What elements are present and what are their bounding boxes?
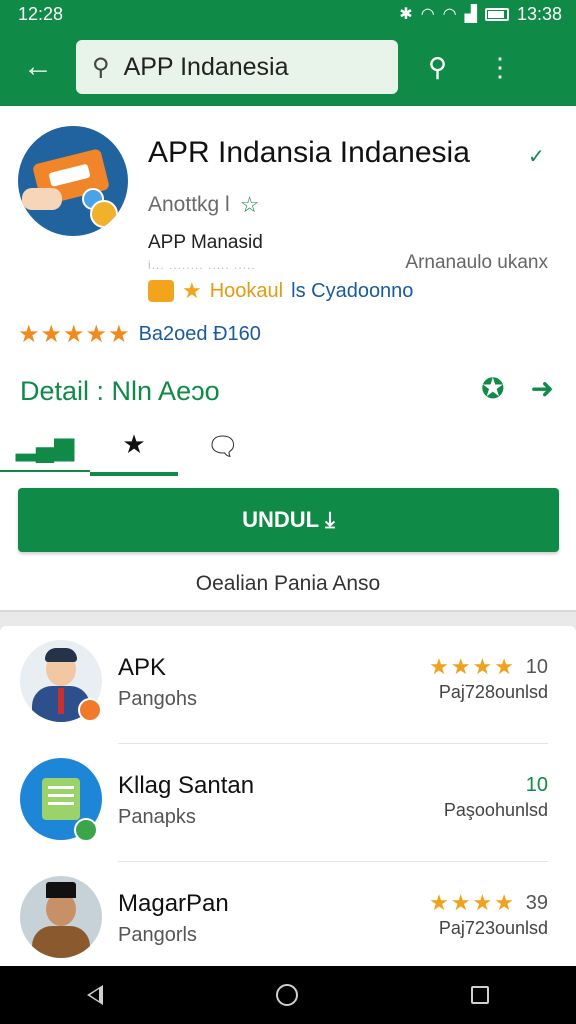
badge-star-icon[interactable]: ✪ — [481, 372, 504, 405]
item-rating: 39 — [525, 892, 548, 914]
tie-graphic — [58, 688, 64, 714]
search-button-icon[interactable]: ⚲ — [428, 52, 447, 83]
list-item[interactable]: APK Pangohs ★★★★ 10 Paj728ounlsd — [0, 626, 576, 744]
verified-check-icon: ✓ — [528, 146, 545, 168]
promo-text: ls Cyadoonno — [291, 279, 414, 302]
promo-line: ★ Hookaul ls Cyadoonno — [148, 278, 413, 304]
nav-recents-icon[interactable] — [471, 986, 490, 1004]
item-category: Panapks — [118, 806, 196, 828]
item-rating: 10 — [525, 656, 548, 678]
app-screen: 12:28 ✱ ◠ ◠ ▟ 13:38 ← ⚲ APP Indanesia ⚲ … — [0, 0, 576, 1024]
faint-text: i... ........ ..... ..... — [148, 258, 256, 272]
app-icon — [18, 126, 128, 236]
download-icon: ⤓ — [325, 507, 335, 532]
list-item[interactable]: MagarPan Pangorls ★★★★ 39 Paj723ounlsd — [0, 862, 576, 980]
rating-stars-row: ★★★★★ Ba2oed Đ160 — [18, 320, 261, 349]
side-note: Arnanaulo ukanx — [405, 252, 548, 273]
item-subtitle: Paj723ounlsd — [438, 918, 548, 938]
item-subtitle: Paşoohunlsd — [443, 800, 548, 820]
avatar-badge-icon — [78, 698, 102, 722]
status-bar: 12:28 ✱ ◠ ◠ ▟ 13:38 — [0, 0, 576, 28]
related-apps-list: APK Pangohs ★★★★ 10 Paj728ounlsd Kllag S… — [0, 626, 576, 966]
star-icon: ★ — [122, 428, 146, 459]
message-icon: 🗨 — [206, 430, 240, 461]
search-field[interactable]: ⚲ APP Indanesia — [76, 40, 398, 94]
spreadsheet-graphic — [42, 778, 80, 820]
detail-tabs: ▂▄▆ ★ 🗨 — [0, 416, 576, 476]
icon-gold-badge — [90, 200, 118, 228]
hand-graphic — [22, 188, 62, 210]
tab-chart[interactable]: ▂▄▆ — [0, 416, 90, 476]
batik-shirt-graphic — [32, 926, 90, 958]
item-rating: 10 — [525, 774, 548, 796]
status-time-right: 13:38 — [516, 3, 562, 24]
item-name: MagarPan — [118, 890, 229, 917]
item-subtitle: Paj728ounlsd — [438, 682, 548, 702]
bar-chart-icon: ▂▄▆ — [15, 430, 75, 461]
peci-cap-graphic — [46, 882, 76, 898]
promo-highlight: Hookaul — [209, 279, 284, 302]
app-title: APR Indansia Indanesia — [148, 136, 470, 169]
bluetooth-icon: ✱ — [399, 6, 413, 23]
install-label: UNDUL — [242, 507, 320, 532]
install-note: Oealian Pania Anso — [195, 572, 381, 595]
rating-stars: ★★★★★ — [18, 321, 131, 348]
crown-badge-icon — [148, 280, 174, 302]
back-arrow-icon[interactable]: ← — [0, 50, 76, 84]
rating-text: Anottkg l — [148, 193, 230, 216]
wifi-signal-icon: ◠ — [442, 6, 457, 23]
item-stars: ★★★★ — [429, 890, 516, 915]
nav-home-icon[interactable] — [275, 984, 298, 1006]
item-category: Pangorls — [118, 924, 197, 946]
app-bar: ← ⚲ APP Indanesia ⚲ ⋮ — [0, 28, 576, 106]
music-badge-icon — [74, 818, 98, 842]
tab-underline — [0, 470, 90, 472]
tab-message[interactable]: 🗨 — [178, 416, 268, 476]
system-nav-bar — [0, 966, 576, 1024]
status-icons: ✱ ◠ ◠ ▟ 13:38 — [399, 4, 562, 25]
search-query: APP Indanesia — [123, 52, 289, 81]
more-menu-icon[interactable]: ⋮ — [487, 52, 513, 83]
wifi-icon: ◠ — [420, 6, 435, 23]
share-arrow-icon[interactable]: ➜ — [531, 372, 554, 405]
app-details-card: APR Indansia Indanesia ✓ Anottkg l ☆ APP… — [0, 106, 576, 612]
item-stars: ★★★★ — [429, 654, 516, 679]
status-time-left: 12:28 — [18, 3, 64, 24]
gold-star-icon: ★ — [182, 278, 202, 303]
details-actions: ✪ ➜ — [481, 372, 554, 405]
search-icon: ⚲ — [92, 53, 110, 81]
developer-name[interactable]: APP Manasid — [148, 232, 263, 254]
battery-icon — [484, 7, 509, 21]
list-item[interactable]: Kllag Santan Panapks 10 Paşoohunlsd — [0, 744, 576, 862]
nav-back-icon[interactable] — [86, 985, 103, 1005]
review-count[interactable]: Ba2oed Đ160 — [139, 323, 261, 346]
cell-signal-icon: ▟ — [464, 6, 477, 23]
install-button[interactable]: UNDUL ⤓ — [18, 488, 559, 552]
item-category: Pangohs — [118, 688, 197, 710]
item-name: Kllag Santan — [118, 772, 255, 799]
hair-graphic — [45, 648, 77, 662]
rating-line: Anottkg l ☆ — [148, 192, 259, 218]
details-heading: Detail : Nln Aeɔo — [20, 376, 220, 406]
wishlist-star-icon[interactable]: ☆ — [240, 192, 260, 218]
tab-star[interactable]: ★ — [90, 416, 178, 476]
app-bar-actions: ⚲ ⋮ — [428, 52, 513, 83]
avatar — [20, 876, 102, 958]
item-name: APK — [118, 654, 167, 681]
